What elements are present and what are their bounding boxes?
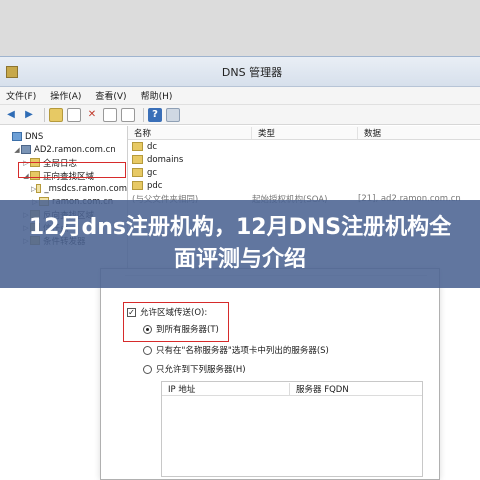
folder-icon bbox=[132, 168, 143, 177]
tree-node[interactable]: ◢ AD2.ramon.com.cn bbox=[0, 143, 127, 156]
tree-node-label: AD2.ramon.com.cn bbox=[34, 144, 116, 155]
back-icon[interactable]: ◀ bbox=[4, 108, 18, 122]
transfer-list-option[interactable]: 只允许到下列服务器(H) bbox=[143, 363, 246, 375]
list-item[interactable]: pdc bbox=[128, 179, 480, 192]
menu-action[interactable]: 操作(A) bbox=[50, 89, 81, 102]
allow-transfer-checkbox[interactable]: ✓ bbox=[127, 307, 136, 317]
folder-icon bbox=[132, 142, 143, 151]
dns-icon bbox=[12, 132, 22, 141]
title-bar: DNS 管理器 bbox=[0, 57, 480, 87]
tree-node-label: DNS bbox=[25, 131, 44, 142]
allow-transfer-option[interactable]: ✓ 允许区域传送(O): bbox=[127, 306, 207, 318]
server-list-header: IP 地址 服务器 FQDN bbox=[162, 382, 422, 396]
transfer-ns-option[interactable]: 只有在"名称服务器"选项卡中列出的服务器(S) bbox=[143, 344, 329, 356]
list-item[interactable]: gc bbox=[128, 166, 480, 179]
zone-highlight-box bbox=[18, 162, 126, 178]
refresh-icon[interactable] bbox=[121, 107, 135, 122]
column-name[interactable]: 名称 bbox=[128, 126, 252, 139]
list-header: 名称 类型 数据 bbox=[128, 126, 480, 140]
folder-icon bbox=[132, 181, 143, 190]
window-title: DNS 管理器 bbox=[221, 65, 283, 79]
transfer-all-option[interactable]: 到所有服务器(T) bbox=[143, 323, 219, 335]
doc-icon[interactable] bbox=[67, 107, 81, 122]
toolbar-separator bbox=[44, 107, 45, 122]
zone-transfer-dialog: ✓ 允许区域传送(O): 到所有服务器(T) 只有在"名称服务器"选项卡中列出的… bbox=[100, 268, 440, 480]
transfer-ns-radio[interactable] bbox=[143, 345, 152, 355]
list-item[interactable]: domains bbox=[128, 153, 480, 166]
toolbar: ◀ ▶ ✕ ? bbox=[0, 105, 480, 125]
folder-icon bbox=[132, 155, 143, 164]
help-icon[interactable]: ? bbox=[148, 107, 162, 122]
column-fqdn[interactable]: 服务器 FQDN bbox=[290, 383, 422, 395]
grid-icon[interactable] bbox=[166, 107, 180, 122]
transfer-list-radio[interactable] bbox=[143, 364, 152, 374]
menu-file[interactable]: 文件(F) bbox=[6, 89, 36, 102]
transfer-list-label: 只允许到下列服务器(H) bbox=[156, 365, 246, 375]
transfer-all-radio[interactable] bbox=[143, 324, 152, 334]
menu-help[interactable]: 帮助(H) bbox=[141, 89, 173, 102]
menu-view[interactable]: 查看(V) bbox=[95, 89, 126, 102]
dns-manager-icon bbox=[6, 65, 18, 78]
list-item[interactable]: dc bbox=[128, 140, 480, 153]
column-type[interactable]: 类型 bbox=[252, 126, 358, 139]
zone-icon bbox=[36, 184, 42, 193]
properties-icon[interactable] bbox=[103, 107, 117, 122]
folder-icon[interactable] bbox=[49, 107, 63, 122]
column-data[interactable]: 数据 bbox=[358, 127, 480, 139]
toolbar-separator bbox=[143, 107, 144, 122]
tree-node[interactable]: ▷ _msdcs.ramon.com bbox=[0, 182, 127, 195]
forward-icon[interactable]: ▶ bbox=[22, 108, 36, 122]
allow-transfer-label: 允许区域传送(O): bbox=[140, 308, 208, 318]
headline-title: 12月dns注册机构，12月DNS注册机构全面评测与介绍 bbox=[28, 215, 452, 272]
expanded-arrow-icon[interactable]: ◢ bbox=[13, 146, 21, 154]
tree-node[interactable]: DNS bbox=[0, 130, 127, 143]
menu-bar: 文件(F) 操作(A) 查看(V) 帮助(H) bbox=[0, 87, 480, 105]
transfer-all-label: 到所有服务器(T) bbox=[156, 325, 219, 335]
tree-node-label: _msdcs.ramon.com bbox=[44, 183, 127, 194]
column-ip[interactable]: IP 地址 bbox=[162, 382, 290, 395]
server-list-table[interactable]: IP 地址 服务器 FQDN bbox=[161, 381, 423, 477]
server-icon bbox=[21, 145, 31, 154]
headline-banner: 12月dns注册机构，12月DNS注册机构全面评测与介绍 bbox=[0, 200, 480, 288]
delete-icon[interactable]: ✕ bbox=[85, 108, 99, 122]
transfer-ns-label: 只有在"名称服务器"选项卡中列出的服务器(S) bbox=[156, 346, 329, 356]
